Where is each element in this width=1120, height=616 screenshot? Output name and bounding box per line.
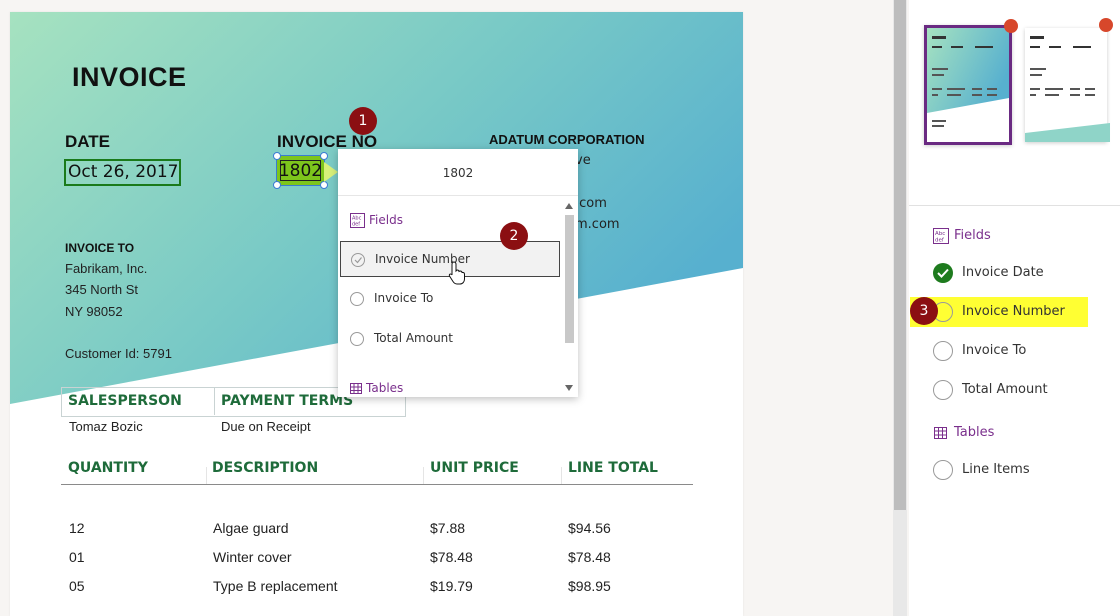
- page-thumbnail-1[interactable]: [924, 19, 1018, 145]
- invoice-to-label: INVOICE TO: [65, 241, 135, 255]
- check-circle-icon: [933, 263, 953, 283]
- dropdown-item-label: Total Amount: [374, 331, 453, 345]
- svg-text:Abc: Abc: [935, 231, 945, 237]
- column-header-line-total: LINE TOTAL: [568, 460, 658, 476]
- column-header-unit-price: UNIT PRICE: [430, 460, 519, 476]
- table-grid-icon: [350, 383, 362, 394]
- dropdown-item-total-amount[interactable]: Total Amount: [340, 321, 560, 357]
- company-email-fragment: .com: [575, 196, 607, 211]
- payment-terms-value: Due on Receipt: [221, 419, 311, 434]
- resize-handle[interactable]: [320, 152, 328, 160]
- panel-field-label: Line Items: [962, 462, 1030, 477]
- salesperson-label: SALESPERSON: [68, 393, 182, 409]
- thumbnail-status-dot: [1004, 19, 1018, 33]
- salesperson-value: Tomaz Bozic: [69, 419, 143, 434]
- dropdown-scrollbar[interactable]: [562, 199, 576, 395]
- company-website-fragment: m.com: [575, 217, 620, 232]
- step-marker-1: 1: [349, 107, 377, 135]
- svg-text:def: def: [935, 238, 945, 244]
- cell-description: Winter cover: [213, 549, 292, 565]
- table-grid-icon: [934, 427, 947, 439]
- dropdown-tables-header: Tables: [350, 381, 403, 395]
- fields-panel: Abc def Fields Invoice Date Invoice Numb…: [909, 0, 1120, 616]
- page-thumbnails: [909, 0, 1120, 206]
- panel-field-label: Invoice To: [962, 343, 1027, 358]
- resize-handle[interactable]: [273, 181, 281, 189]
- customer-id: Customer Id: 5791: [65, 346, 172, 361]
- abc-def-fields-icon: Abc def: [350, 213, 365, 228]
- radio-empty-icon: [350, 332, 364, 346]
- table-divider: [214, 387, 215, 415]
- svg-text:def: def: [352, 222, 360, 228]
- invoice-title: INVOICE: [72, 62, 187, 92]
- cell-unit-price: $78.48: [430, 549, 473, 565]
- abc-def-fields-icon: Abc def: [933, 228, 949, 244]
- page-thumbnail-2[interactable]: [1025, 18, 1113, 142]
- step-marker-2: 2: [500, 222, 528, 250]
- panel-field-label: Total Amount: [962, 382, 1048, 397]
- cell-quantity: 05: [69, 578, 85, 594]
- column-divider: [423, 467, 424, 485]
- column-divider: [206, 467, 207, 485]
- radio-empty-icon: [933, 380, 953, 400]
- dropdown-item-label: Invoice To: [374, 291, 434, 305]
- thumbnail-preview: [927, 28, 1009, 127]
- invoice-to-line: NY 98052: [65, 304, 123, 319]
- cell-line-total: $98.95: [568, 578, 611, 594]
- radio-empty-icon: [933, 460, 953, 480]
- scroll-up-icon[interactable]: [565, 203, 573, 209]
- invoice-no-value: 1802: [278, 161, 323, 181]
- cell-unit-price: $7.88: [430, 520, 466, 536]
- thumbnail-preview: [1025, 36, 1110, 142]
- invoice-to-line: Fabrikam, Inc.: [65, 261, 148, 276]
- thumbnail-status-dot: [1099, 18, 1113, 32]
- resize-handle[interactable]: [273, 152, 281, 160]
- dropdown-selected-text[interactable]: 1802: [338, 149, 578, 196]
- cell-line-total: $78.48: [568, 549, 611, 565]
- dropdown-scroll-thumb[interactable]: [565, 215, 574, 343]
- dropdown-fields-header: Abc def Fields: [350, 213, 403, 228]
- cell-quantity: 01: [69, 549, 85, 565]
- cell-quantity: 12: [69, 520, 85, 536]
- panel-fields-label: Fields: [954, 228, 991, 243]
- column-header-quantity: QUANTITY: [68, 460, 148, 476]
- check-circle-icon: [351, 253, 365, 267]
- dropdown-fields-label: Fields: [369, 213, 403, 227]
- table-header-rule: [61, 484, 693, 485]
- column-header-description: DESCRIPTION: [212, 460, 319, 476]
- invoice-to-line: 345 North St: [65, 282, 138, 297]
- scroll-down-icon[interactable]: [565, 385, 573, 391]
- date-label: DATE: [65, 132, 111, 151]
- invoice-no-value-region[interactable]: 1802: [273, 152, 328, 189]
- panel-field-label: Invoice Date: [962, 265, 1044, 280]
- date-value-region[interactable]: Oct 26, 2017: [64, 159, 181, 186]
- step-marker-3: 3: [910, 297, 938, 325]
- panel-field-label: Invoice Number: [962, 304, 1065, 319]
- document-scrollbar[interactable]: [893, 0, 907, 616]
- cell-description: Algae guard: [213, 520, 289, 536]
- resize-handle[interactable]: [320, 181, 328, 189]
- radio-empty-icon: [350, 292, 364, 306]
- cell-unit-price: $19.79: [430, 578, 473, 594]
- panel-tables-label: Tables: [954, 425, 995, 440]
- column-divider: [561, 467, 562, 485]
- dropdown-pointer: [324, 162, 338, 182]
- dropdown-tables-label: Tables: [366, 381, 404, 395]
- cell-description: Type B replacement: [213, 578, 338, 594]
- payment-terms-label: PAYMENT TERMS: [221, 393, 354, 409]
- cell-line-total: $94.56: [568, 520, 611, 536]
- hand-cursor-icon: [448, 261, 465, 285]
- company-name: ADATUM CORPORATION: [489, 132, 645, 147]
- dropdown-item-invoice-to[interactable]: Invoice To: [340, 281, 560, 317]
- radio-empty-icon: [933, 341, 953, 361]
- document-scroll-thumb[interactable]: [894, 0, 906, 510]
